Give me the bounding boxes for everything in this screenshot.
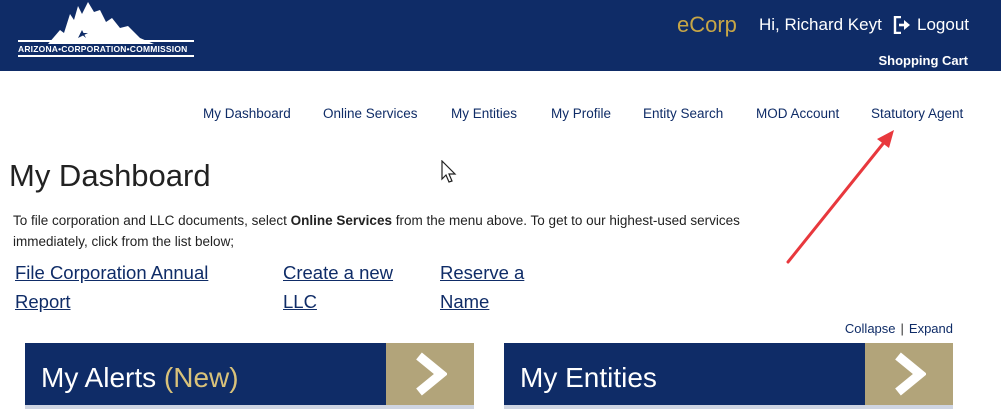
- nav-my-profile[interactable]: My Profile: [551, 106, 611, 121]
- intro-text: To file corporation and LLC documents, s…: [13, 210, 813, 252]
- page-title: My Dashboard: [9, 158, 211, 193]
- logout-label: Logout: [917, 15, 969, 34]
- logo-rule-bottom: [18, 55, 194, 57]
- shopping-cart-link[interactable]: Shopping Cart: [878, 53, 968, 68]
- mouse-cursor-icon: [441, 160, 457, 183]
- my-alerts-panel[interactable]: My Alerts (New): [25, 343, 474, 405]
- chevron-right-icon: [895, 352, 926, 396]
- entities-expand-button[interactable]: [865, 343, 953, 405]
- intro-text-start: To file corporation and LLC documents, s…: [13, 213, 291, 228]
- nav-statutory-agent[interactable]: Statutory Agent: [871, 106, 963, 121]
- alerts-panel-shadow: [25, 405, 474, 409]
- file-annual-report-link[interactable]: File Corporation Annual Report: [15, 258, 247, 316]
- alerts-expand-button[interactable]: [386, 343, 474, 405]
- expand-link[interactable]: Expand: [909, 321, 953, 336]
- commission-logo[interactable]: ARIZONA•CORPORATION•COMMISSION: [8, 0, 194, 62]
- nav-mod-account[interactable]: MOD Account: [756, 106, 839, 121]
- entities-panel-shadow: [504, 405, 953, 409]
- collapse-link[interactable]: Collapse: [845, 321, 896, 336]
- alerts-title: My Alerts (New): [41, 362, 239, 394]
- nav-entity-search[interactable]: Entity Search: [643, 106, 723, 121]
- nav-online-services[interactable]: Online Services: [323, 106, 418, 121]
- intro-online-services: Online Services: [290, 213, 392, 228]
- panel-toggles: Collapse | Expand: [845, 321, 953, 336]
- logo-rule-top: [18, 40, 194, 42]
- logout-icon: [893, 16, 910, 34]
- user-greeting: Hi, Richard Keyt: [759, 15, 882, 34]
- my-entities-panel[interactable]: My Entities: [504, 343, 953, 405]
- alerts-title-text: My Alerts: [41, 362, 157, 393]
- site-header: ARIZONA•CORPORATION•COMMISSION eCorp Hi,…: [0, 0, 1001, 71]
- nav-my-entities[interactable]: My Entities: [451, 106, 517, 121]
- brand-name: eCorp: [677, 12, 737, 37]
- logo-text: ARIZONA•CORPORATION•COMMISSION: [18, 44, 188, 54]
- nav-my-dashboard[interactable]: My Dashboard: [203, 106, 291, 121]
- logout-button[interactable]: Logout: [893, 14, 969, 36]
- create-llc-link[interactable]: Create a new LLC: [283, 258, 413, 316]
- chevron-right-icon: [416, 352, 447, 396]
- reserve-name-link[interactable]: Reserve a Name: [440, 258, 550, 316]
- main-nav: My Dashboard Online Services My Entities…: [0, 106, 1001, 124]
- alerts-new-badge: (New): [163, 362, 239, 393]
- toggle-separator: |: [900, 321, 904, 336]
- entities-title: My Entities: [520, 362, 657, 393]
